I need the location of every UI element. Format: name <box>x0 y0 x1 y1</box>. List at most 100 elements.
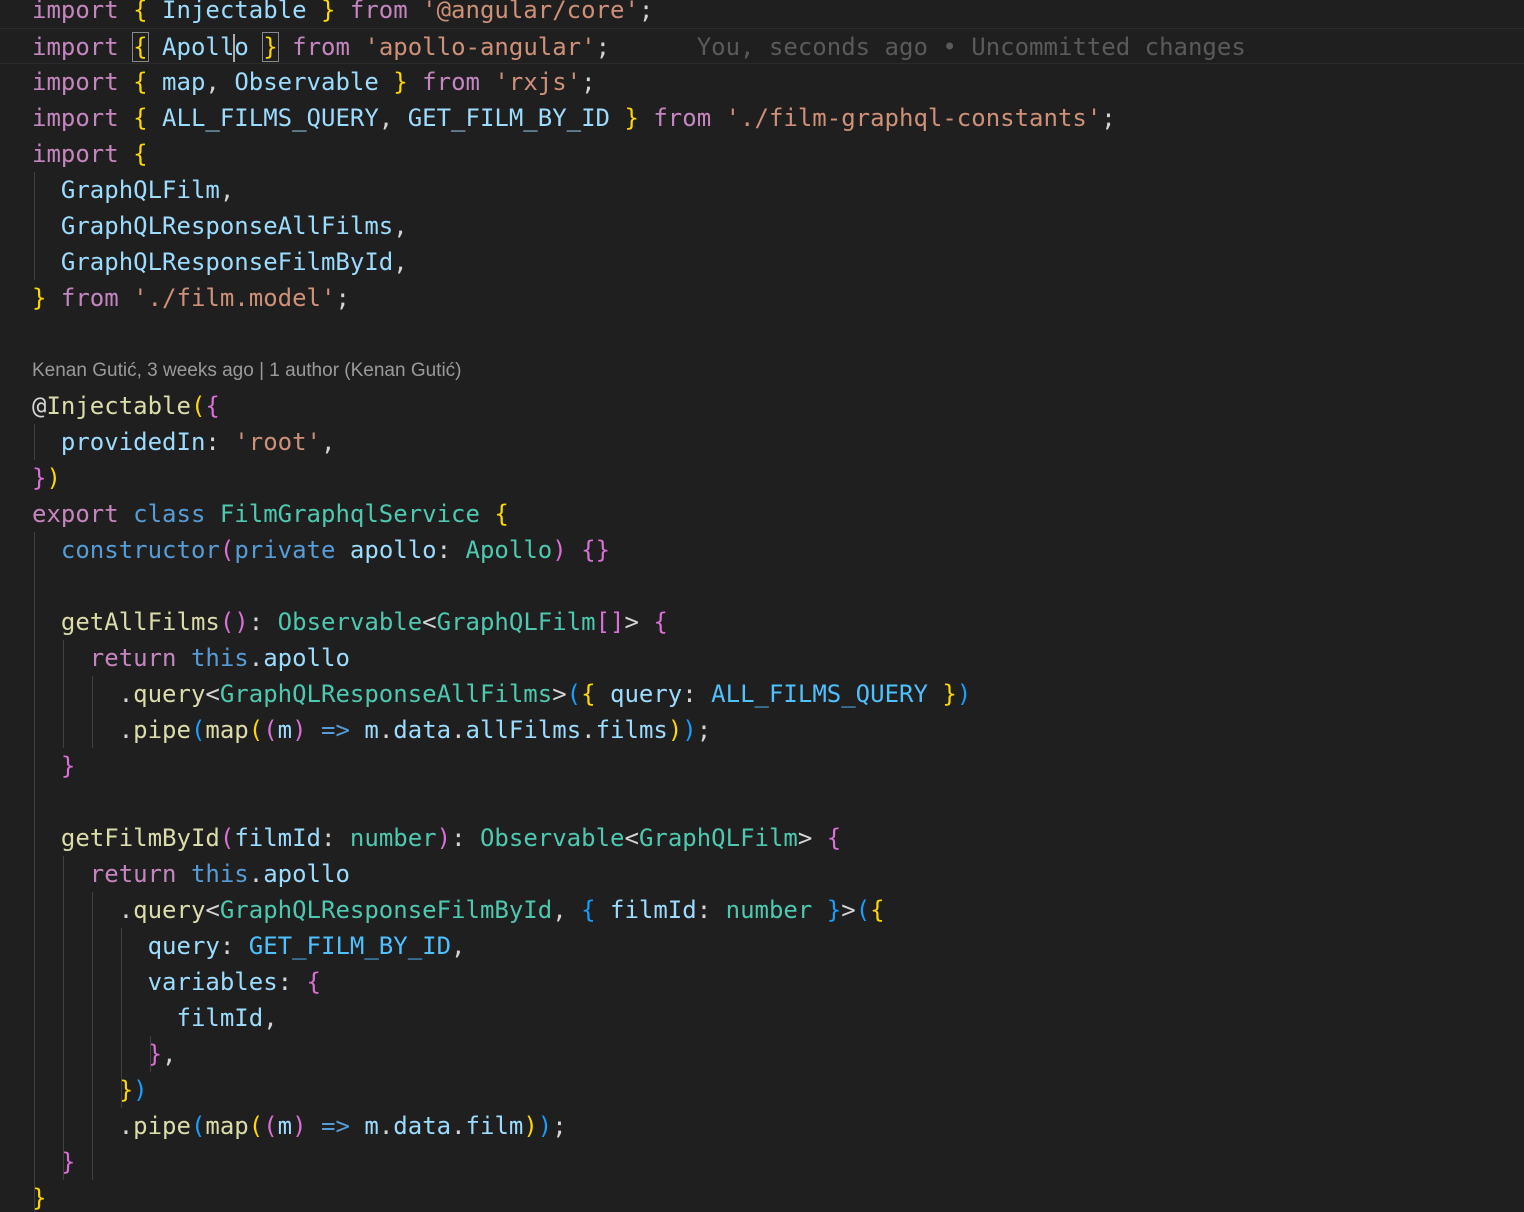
code-token: Apollo <box>147 33 249 62</box>
code-token: GraphQLFilm <box>638 824 798 852</box>
codelens-blame[interactable]: Kenan Gutić, 3 weeks ago | 1 author (Ken… <box>32 353 462 389</box>
code-token: GraphQLResponseFilmById <box>32 248 394 276</box>
code-token: Observable <box>277 608 423 636</box>
code-token: from <box>653 104 712 132</box>
code-token: , <box>552 896 582 924</box>
code-text: } <box>32 1144 75 1180</box>
code-token: allFilms <box>465 716 582 744</box>
code-token: GraphQLResponseFilmById <box>219 896 553 924</box>
code-token: filmId <box>32 1004 264 1032</box>
code-token: ( <box>855 896 871 924</box>
code-token: : <box>219 932 249 960</box>
code-token: import <box>32 0 119 24</box>
code-token: getAllFilms <box>60 608 220 636</box>
code-token: Apollo <box>465 536 553 564</box>
code-text: filmId, <box>32 1000 277 1036</box>
code-token: () <box>219 608 249 636</box>
code-token: . <box>248 644 264 672</box>
code-token: ; <box>1101 104 1116 132</box>
code-token: Injectable <box>46 392 191 420</box>
code-token: { <box>581 680 596 708</box>
code-token: 'rxjs' <box>494 68 582 96</box>
code-token: ) <box>46 464 61 492</box>
code-token: Injectable <box>147 0 321 24</box>
code-token: GraphQLResponseAllFilms <box>32 212 394 240</box>
code-token: data <box>393 716 452 744</box>
code-text: query: GET_FILM_BY_ID, <box>32 928 466 964</box>
code-token: ) <box>292 1112 307 1140</box>
code-token: ; <box>335 284 350 312</box>
code-token: < <box>205 896 220 924</box>
code-token: : <box>205 428 235 456</box>
code-editor[interactable]: import { Injectable } from '@angular/cor… <box>0 0 1524 1212</box>
code-token: , <box>205 68 235 96</box>
indent-guide <box>149 1036 151 1072</box>
code-token: ) <box>537 1112 553 1140</box>
code-text: import { Apollo } from 'apollo-angular';… <box>32 29 1246 65</box>
code-text: constructor(private apollo: Apollo) {} <box>32 532 610 568</box>
code-token: < <box>205 680 220 708</box>
code-token: : <box>321 824 350 852</box>
code-token: , <box>451 932 466 960</box>
code-token: : <box>436 536 466 564</box>
code-text: import { <box>32 136 148 172</box>
code-line[interactable]: import { Apollo } from 'apollo-angular';… <box>0 28 1524 64</box>
code-text: providedIn: 'root', <box>32 424 336 460</box>
code-text: GraphQLFilm, <box>32 172 234 208</box>
code-text: GraphQLResponseAllFilms, <box>32 208 408 244</box>
code-text: variables: { <box>32 964 321 1000</box>
code-token: . <box>32 716 134 744</box>
code-token: query <box>133 896 206 924</box>
indent-guide <box>62 640 64 748</box>
code-token: private <box>234 536 336 564</box>
code-text: GraphQLResponseFilmById, <box>32 244 408 280</box>
code-token: } <box>826 896 842 924</box>
code-token: ; <box>552 1112 567 1140</box>
code-token: Observable <box>479 824 625 852</box>
code-token: export <box>32 500 119 528</box>
code-token: ; <box>581 68 596 96</box>
code-text: import { Injectable } from '@angular/cor… <box>32 0 653 28</box>
code-token: . <box>378 1112 394 1140</box>
code-token: ( <box>263 716 278 744</box>
code-token: ( <box>566 680 582 708</box>
code-token: } <box>942 680 957 708</box>
code-token: './film-graphql-constants' <box>725 104 1102 132</box>
code-token: { <box>653 608 668 636</box>
code-text: getFilmById(filmId: number): Observable<… <box>32 820 841 856</box>
code-token: { <box>494 500 509 528</box>
code-text: }) <box>32 1072 148 1108</box>
code-text: } from './film.model'; <box>32 280 350 316</box>
code-text: .pipe(map((m) => m.data.film)); <box>32 1108 567 1144</box>
code-token: ( <box>248 1112 264 1140</box>
code-token: } <box>60 752 76 780</box>
code-token: number <box>349 824 437 852</box>
code-token: GET_FILM_BY_ID <box>248 932 452 960</box>
code-token: ( <box>190 1112 206 1140</box>
code-token: data <box>393 1112 452 1140</box>
code-token: : <box>682 680 712 708</box>
code-text: import { ALL_FILMS_QUERY, GET_FILM_BY_ID… <box>32 100 1116 136</box>
code-token: query <box>32 932 220 960</box>
code-token: getFilmById <box>60 824 220 852</box>
code-token: import <box>32 104 119 132</box>
code-token: } <box>32 284 47 312</box>
code-token: : <box>277 968 307 996</box>
inline-blame-annotation: You, seconds ago • Uncommitted changes <box>610 33 1246 61</box>
code-token: => <box>321 716 350 744</box>
code-token: ALL_FILMS_QUERY <box>147 104 379 132</box>
